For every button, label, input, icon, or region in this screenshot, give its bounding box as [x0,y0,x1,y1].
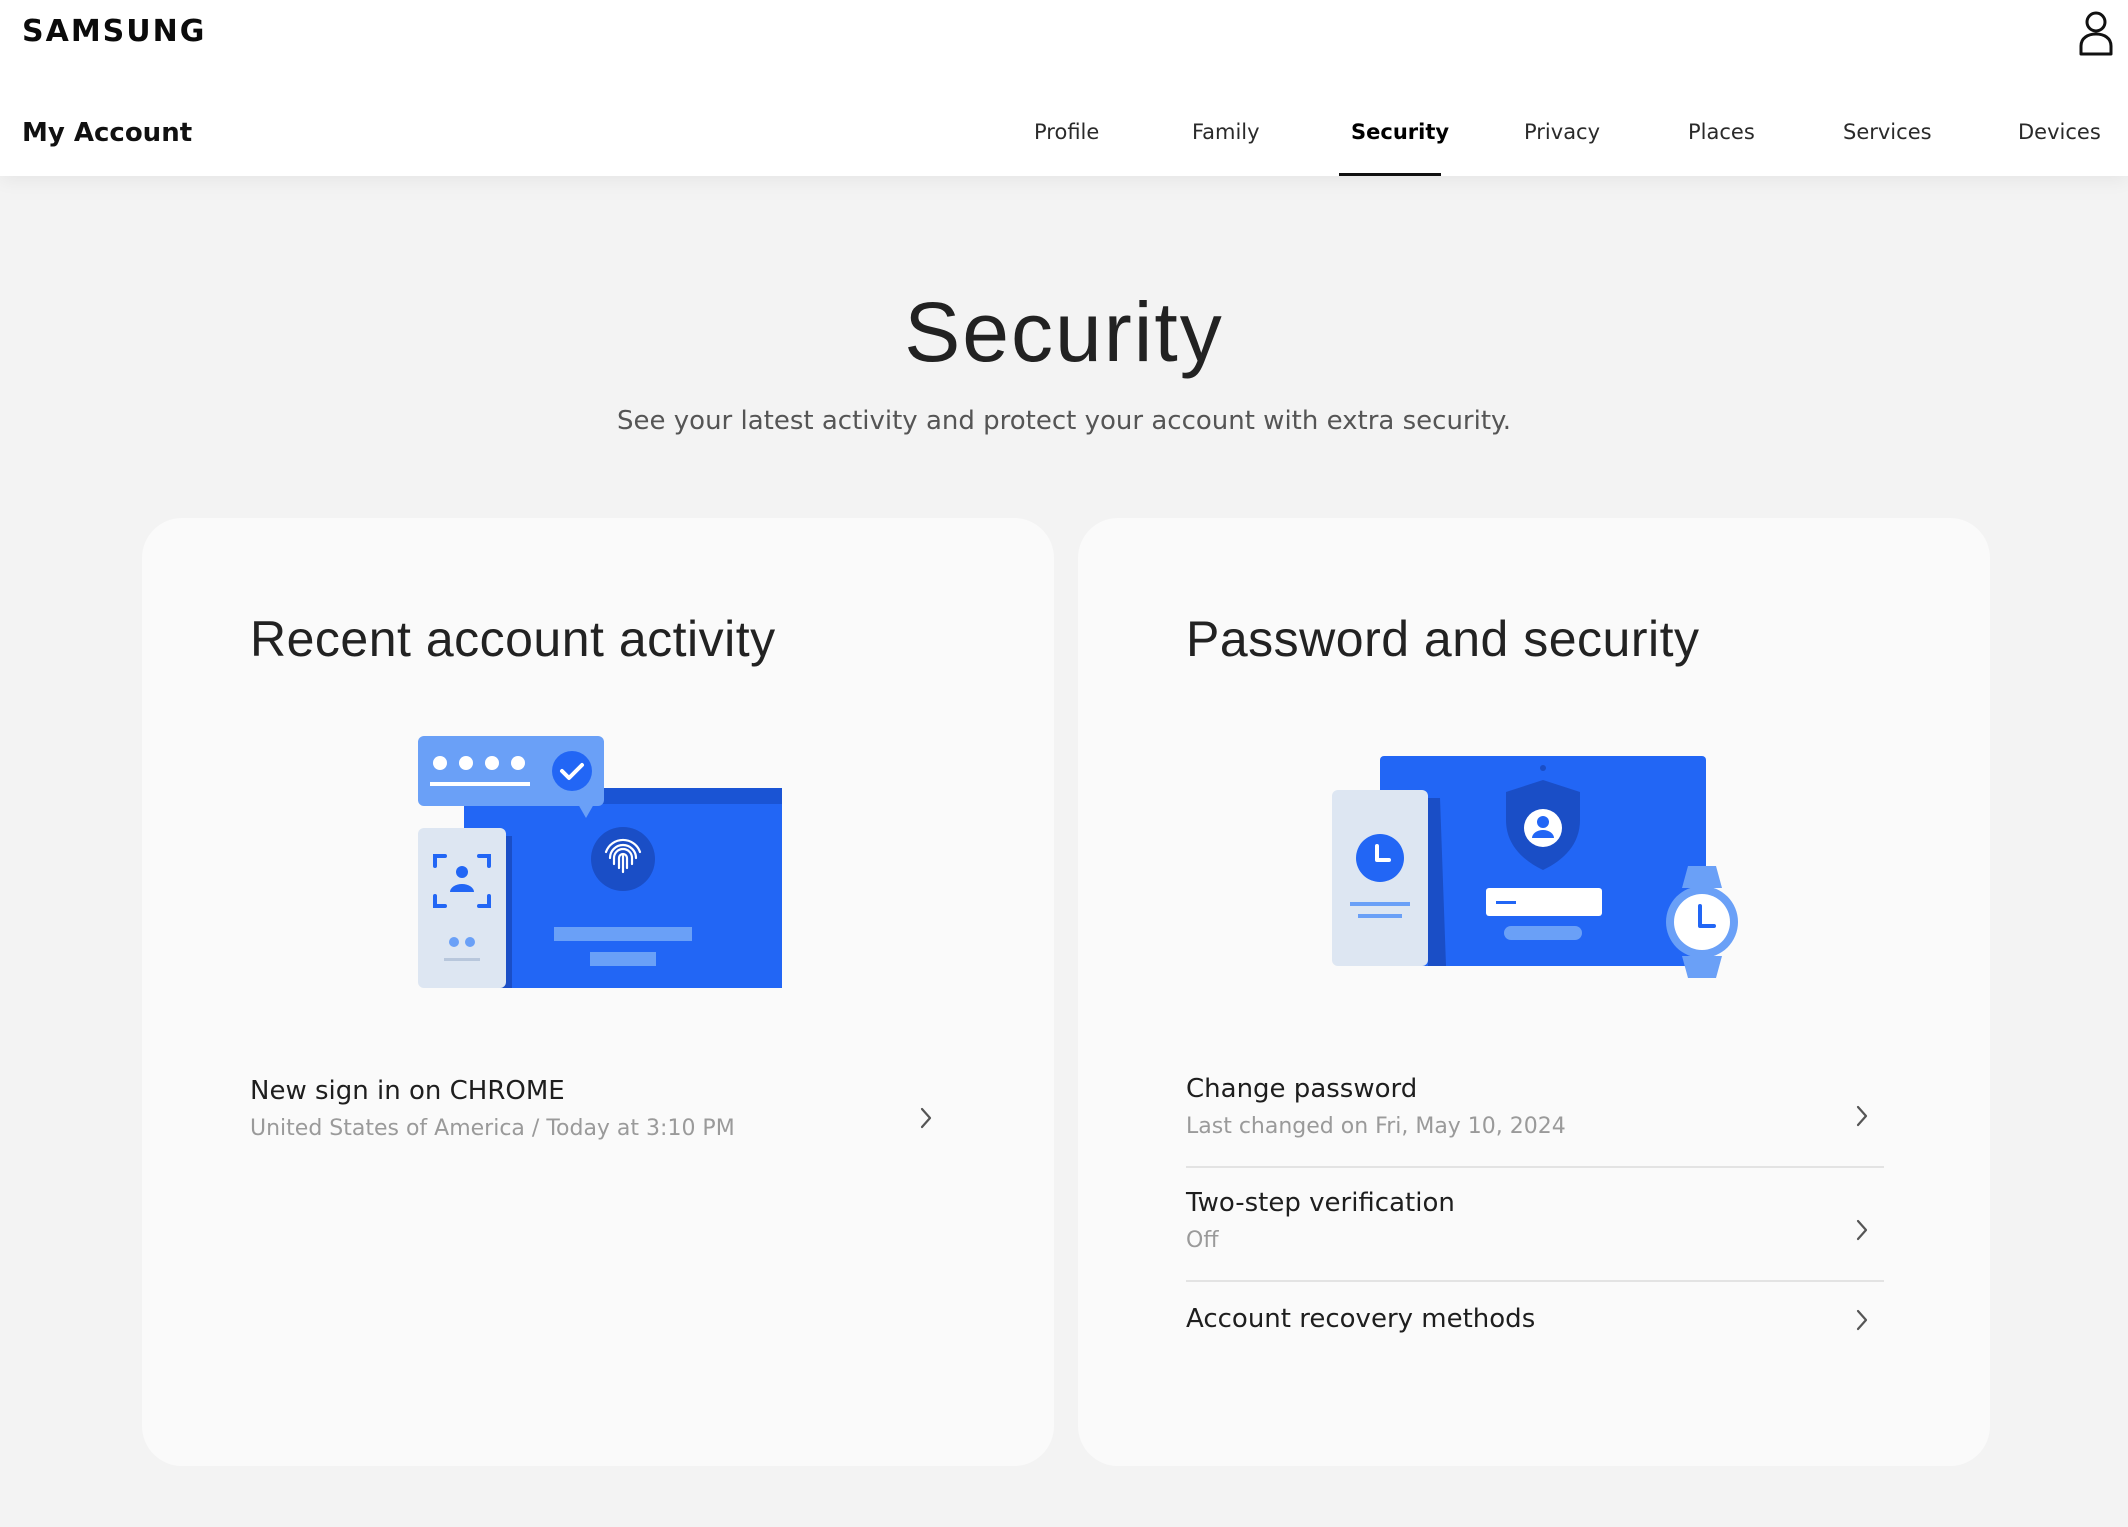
recent-activity-card: Recent account activity New sign in on C… [142,518,1054,1466]
nav-tabs: Profile Family Security Privacy Places S… [0,0,2128,176]
person-icon[interactable] [2078,10,2114,56]
chevron-right-icon [1856,1105,1868,1127]
tab-security[interactable]: Security [1339,120,1449,176]
row-title: Two-step verification [1186,1188,1455,1218]
password-security-card: Password and security Change password La… [1078,518,1990,1466]
row-status: Off [1186,1228,1219,1253]
chevron-right-icon [920,1107,932,1129]
card-title: Password and security [1186,611,1700,667]
row-title: Account recovery methods [1186,1304,1536,1334]
row-divider [1186,1166,1884,1168]
page-subtitle: See your latest activity and protect you… [617,406,1511,436]
card-title: Recent account activity [250,611,776,667]
password-security-illustration [1332,756,1738,978]
row-divider [1186,1280,1884,1282]
app-title[interactable]: My Account [22,118,192,148]
sign-in-activity-illustration [418,736,782,988]
two-step-verification-row[interactable]: Two-step verification Off [1186,1188,1884,1253]
tab-family[interactable]: Family [1192,120,1260,176]
tab-devices[interactable]: Devices [2018,120,2101,176]
chevron-right-icon [1856,1309,1868,1331]
page-title: Security [904,285,1224,379]
change-password-row[interactable]: Change password Last changed on Fri, May… [1186,1074,1884,1139]
row-detail: Last changed on Fri, May 10, 2024 [1186,1114,1566,1139]
tab-privacy[interactable]: Privacy [1524,120,1600,176]
samsung-logo[interactable]: SAMSUNG [22,14,206,49]
tab-profile[interactable]: Profile [1034,120,1099,176]
activity-detail: United States of America / Today at 3:10… [250,1116,735,1141]
recent-activity-item[interactable]: New sign in on CHROME United States of A… [250,1076,948,1141]
account-recovery-row[interactable]: Account recovery methods [1186,1304,1884,1334]
tab-places[interactable]: Places [1688,120,1755,176]
chevron-right-icon [1856,1219,1868,1241]
top-header: SAMSUNG My Account Profile Family Securi… [0,0,2128,176]
activity-title: New sign in on CHROME [250,1076,565,1106]
row-title: Change password [1186,1074,1418,1104]
tab-services[interactable]: Services [1843,120,1932,176]
